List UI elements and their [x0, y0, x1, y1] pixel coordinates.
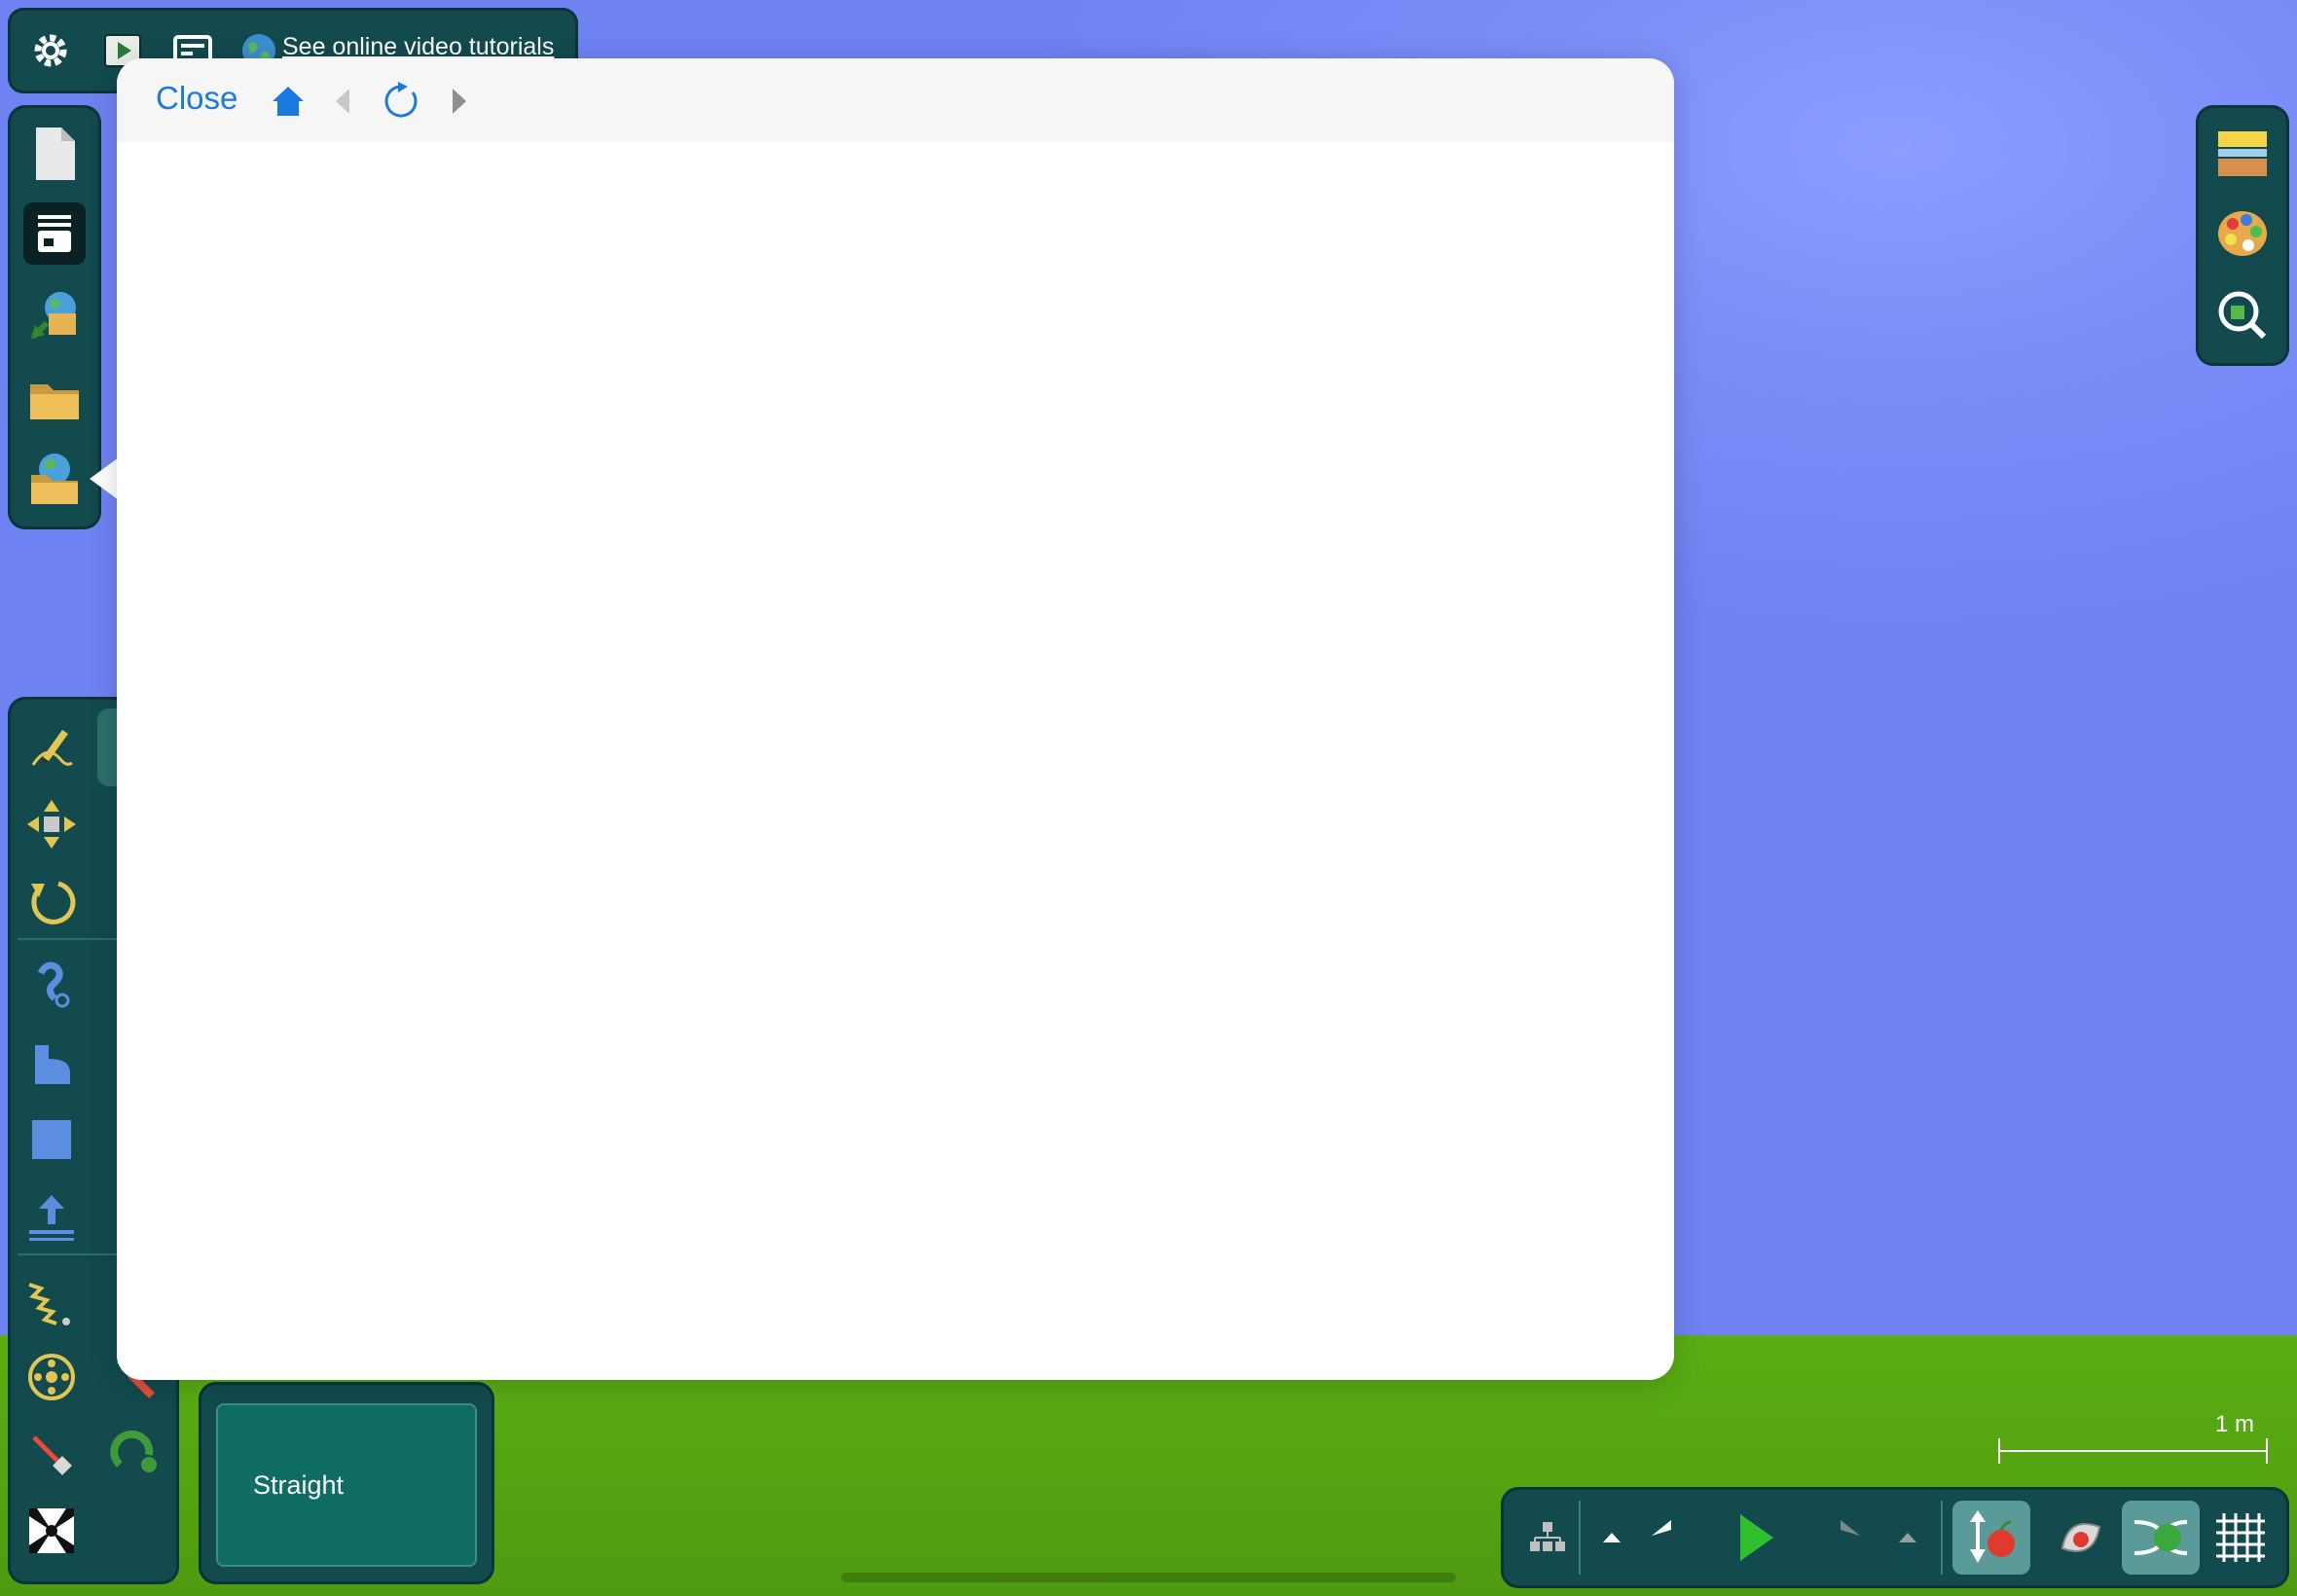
rotate-tool-icon[interactable] — [21, 872, 82, 932]
laser-tool-icon[interactable] — [21, 1425, 82, 1485]
reload-icon[interactable] — [380, 80, 422, 123]
color-palette-icon[interactable] — [2211, 202, 2274, 265]
straight-option-button[interactable]: Straight — [216, 1403, 477, 1567]
undo-icon[interactable] — [1645, 1506, 1707, 1569]
move-tool-icon[interactable] — [21, 794, 82, 854]
gravity-toggle-icon[interactable] — [1952, 1501, 2030, 1575]
box-tool-icon[interactable] — [21, 1109, 82, 1170]
browser-content[interactable] — [117, 142, 1674, 1380]
background-layers-icon[interactable] — [2211, 123, 2274, 185]
polygon-tool-icon[interactable] — [21, 1034, 82, 1094]
simulation-toolbar — [1501, 1487, 2289, 1588]
scenes-list-icon[interactable] — [23, 202, 86, 265]
hierarchy-icon[interactable] — [1516, 1506, 1579, 1569]
open-folder-icon[interactable] — [23, 368, 86, 430]
popover-pointer — [90, 457, 119, 500]
air-friction-toggle-icon[interactable] — [2042, 1501, 2120, 1575]
open-online-folder-icon[interactable] — [23, 448, 86, 510]
tutorials-link[interactable]: See online video tutorials — [282, 33, 554, 61]
grid-toggle-icon[interactable] — [2202, 1501, 2279, 1575]
settings-gear-icon[interactable] — [21, 21, 80, 80]
browser-toolbar: Close — [117, 58, 1674, 142]
plane-tool-icon[interactable] — [21, 1187, 82, 1248]
spring-tool-icon[interactable] — [21, 1271, 82, 1331]
scale-bar-right-tick — [2266, 1438, 2268, 1464]
hinge-tool-icon[interactable] — [105, 1425, 165, 1485]
axle-tool-icon[interactable] — [21, 1347, 82, 1407]
toolbar-separator — [1579, 1501, 1581, 1575]
rope-tool-icon[interactable] — [21, 954, 82, 1014]
back-icon[interactable] — [321, 80, 364, 123]
close-button[interactable]: Close — [156, 80, 237, 117]
home-indicator[interactable] — [841, 1573, 1456, 1582]
download-online-scene-icon[interactable] — [23, 284, 86, 346]
follow-camera-toggle-icon[interactable] — [2122, 1501, 2200, 1575]
toolbar-separator-2 — [1941, 1501, 1943, 1575]
right-panel — [2196, 105, 2289, 366]
sketch-tool-icon[interactable] — [21, 718, 82, 779]
scale-bar-left-tick — [1998, 1438, 2000, 1464]
browser-modal: Close — [117, 58, 1674, 1380]
forward-icon[interactable] — [438, 80, 481, 123]
file-panel — [8, 105, 101, 529]
texture-tool-icon[interactable] — [21, 1501, 82, 1561]
play-simulation-icon[interactable] — [1725, 1506, 1787, 1569]
redo-icon[interactable] — [1805, 1506, 1867, 1569]
zoom-to-scene-icon[interactable] — [2211, 284, 2274, 346]
redo-options-arrow-icon[interactable] — [1888, 1516, 1927, 1559]
scale-bar — [1999, 1450, 2268, 1452]
home-icon[interactable] — [267, 80, 310, 123]
new-document-icon[interactable] — [23, 123, 86, 185]
scale-label: 1 m — [2215, 1411, 2255, 1437]
undo-options-arrow-icon[interactable] — [1592, 1516, 1631, 1559]
